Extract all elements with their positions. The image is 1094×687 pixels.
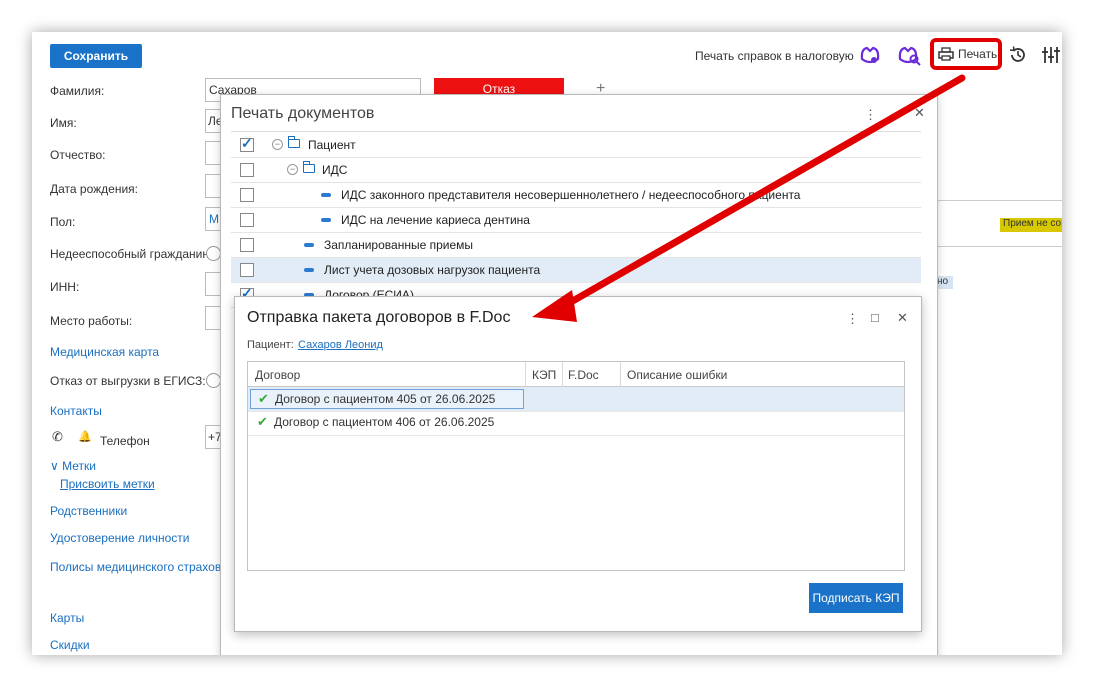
app-window: Сохранить Печать справок в налоговую Печ… bbox=[32, 32, 1062, 655]
annotation-arrow bbox=[532, 74, 966, 322]
